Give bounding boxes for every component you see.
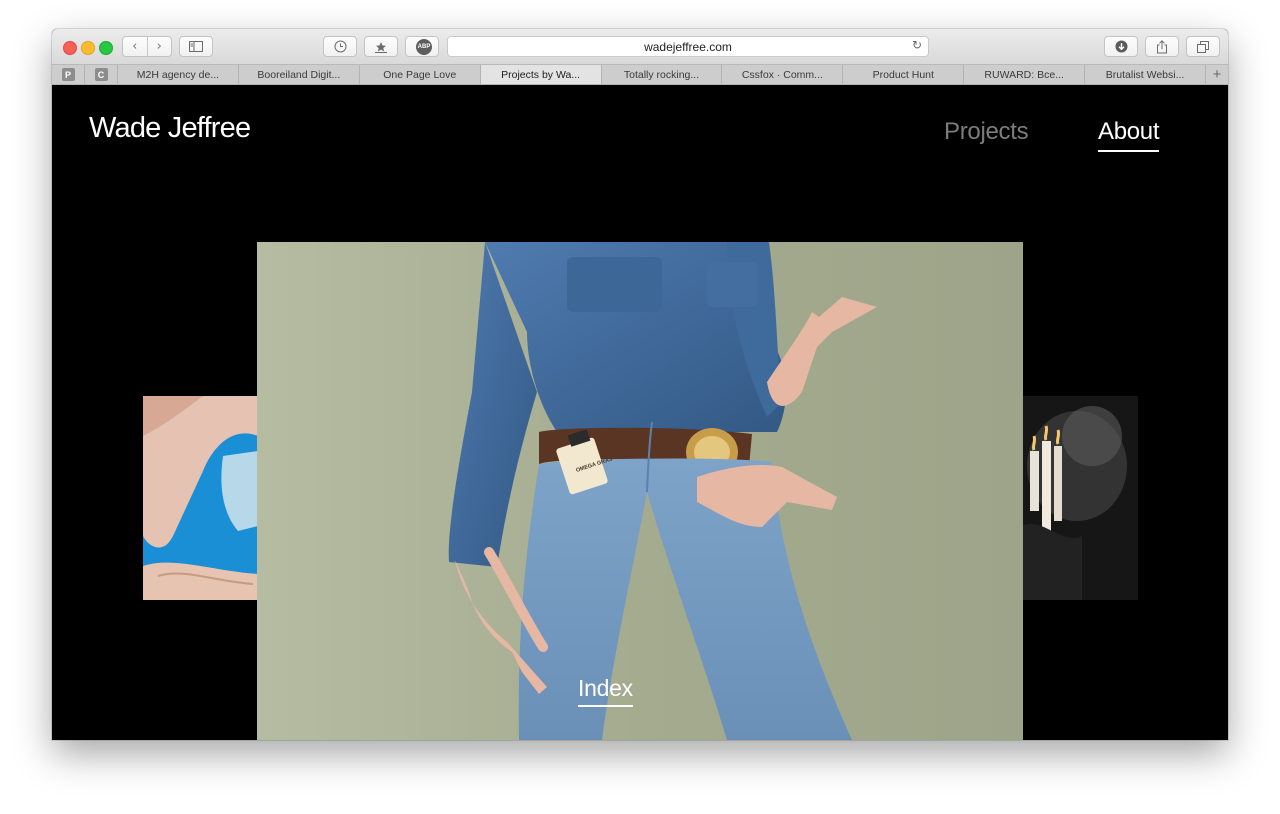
nav-about-link[interactable]: About — [1098, 118, 1160, 152]
tab-active[interactable]: Projects by Wa... — [480, 65, 602, 84]
back-icon[interactable]: ‹ — [123, 37, 148, 56]
pinned-tab[interactable]: P — [52, 65, 85, 84]
nav-projects-link[interactable]: Projects — [944, 118, 1029, 146]
history-icon — [334, 40, 346, 53]
zoom-window-button[interactable] — [99, 41, 113, 55]
tab[interactable]: M2H agency de... — [118, 65, 239, 84]
share-button[interactable] — [1145, 36, 1179, 57]
tabs-overview-icon — [1197, 40, 1209, 53]
tab[interactable]: Product Hunt — [843, 65, 965, 84]
back-forward-group: ‹ › — [122, 36, 172, 57]
tab[interactable]: Booreiland Digit... — [239, 65, 360, 84]
download-icon — [1115, 40, 1127, 53]
minimize-window-button[interactable] — [81, 41, 95, 55]
title-bar: ‹ › ABP wadejeffree.com ↻ — [52, 29, 1228, 64]
adblock-icon: ABP — [416, 39, 432, 55]
pinned-tab-icon: C — [94, 68, 108, 81]
close-window-button[interactable] — [63, 41, 77, 55]
reload-icon[interactable]: ↻ — [912, 38, 922, 52]
next-project-image — [1022, 396, 1138, 600]
top-sites-icon — [375, 41, 387, 53]
forward-icon[interactable]: › — [148, 37, 172, 56]
url-text: wadejeffree.com — [644, 40, 732, 54]
site-logo[interactable]: Wade Jeffree — [89, 112, 251, 145]
tab-bar: P C M2H agency de... Booreiland Digit...… — [52, 64, 1228, 85]
sidebar-button[interactable] — [179, 36, 213, 57]
page-content: Wade Jeffree Projects About OMEGA GRAS I… — [52, 85, 1228, 740]
sidebar-icon — [189, 41, 203, 52]
address-bar[interactable]: wadejeffree.com ↻ — [447, 36, 929, 57]
tabs-overview-button[interactable] — [1186, 36, 1220, 57]
tab[interactable]: RUWARD: Всe... — [964, 65, 1086, 84]
tab[interactable]: Totally rocking... — [602, 65, 723, 84]
top-sites-button[interactable] — [364, 36, 398, 57]
tab[interactable]: One Page Love — [360, 65, 481, 84]
pinned-tab[interactable]: C — [85, 65, 118, 84]
share-icon — [1157, 39, 1167, 53]
featured-project-image: OMEGA GRAS — [257, 242, 1023, 740]
next-project-thumbnail[interactable] — [1022, 396, 1138, 600]
pinned-tab-icon: P — [61, 68, 75, 81]
history-button[interactable] — [323, 36, 357, 57]
browser-window: ‹ › ABP wadejeffree.com ↻ P C M2H agency… — [52, 29, 1228, 740]
tab[interactable]: Brutalist Websi... — [1085, 65, 1207, 84]
previous-project-image — [143, 396, 258, 600]
previous-project-thumbnail[interactable] — [143, 396, 258, 600]
downloads-button[interactable] — [1104, 36, 1138, 57]
featured-project-photo[interactable]: OMEGA GRAS — [257, 242, 1023, 740]
tab[interactable]: Cssfox · Comm... — [722, 65, 844, 84]
index-link[interactable]: Index — [578, 675, 633, 707]
new-tab-button[interactable]: + — [1206, 65, 1228, 84]
